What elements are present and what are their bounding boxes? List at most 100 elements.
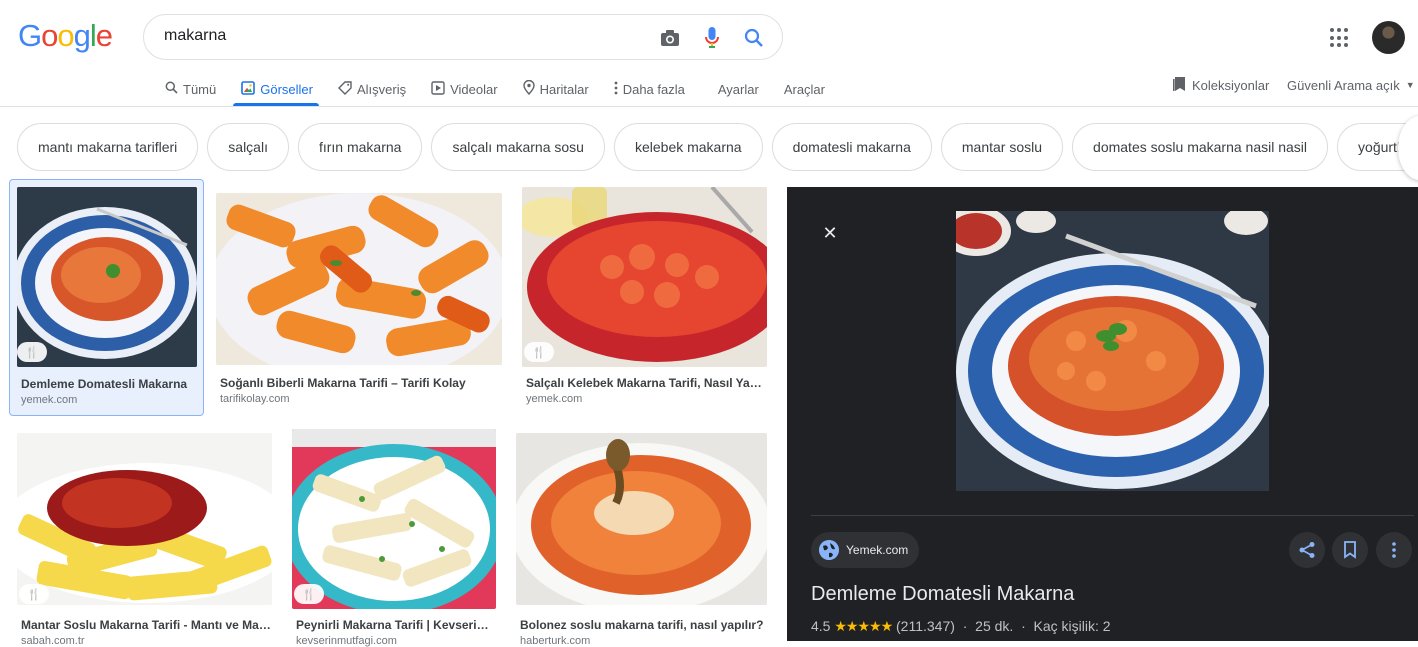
result-thumbnail	[522, 187, 767, 367]
tab-label: Daha fazla	[622, 81, 685, 97]
close-icon[interactable]: ✕	[816, 219, 844, 247]
image-preview-panel: ✕ Yemek.com Demleme Domatesli Makarna 4.…	[787, 187, 1418, 641]
result-thumbnail	[292, 429, 496, 609]
chip[interactable]: mantar soslu	[940, 123, 1064, 171]
search-tabs: Tümü Görseller Alışveriş Videolar Harita…	[163, 72, 848, 106]
settings-label: Ayarlar	[717, 81, 759, 97]
tag-icon	[337, 80, 352, 98]
settings-link[interactable]: Ayarlar	[716, 72, 761, 106]
collections-label: Koleksiyonlar	[1192, 77, 1270, 93]
avatar[interactable]	[1372, 21, 1405, 54]
image-icon	[241, 80, 256, 98]
save-bookmark-icon[interactable]	[1332, 532, 1368, 568]
more-vert-icon	[614, 81, 618, 98]
result-source: haberturk.com	[520, 635, 591, 647]
safe-search-label: Güvenli Arama açık	[1287, 77, 1400, 93]
chip[interactable]: domatesli makarna	[771, 123, 932, 171]
recipe-badge: 🍴	[294, 584, 324, 604]
apps-grid-icon[interactable]	[1330, 28, 1350, 48]
caret-down-icon: ▼	[1405, 80, 1415, 90]
bookmark-icon	[1172, 76, 1186, 95]
chip[interactable]: domates soslu makarna nasil nasil	[1072, 123, 1329, 171]
tab-maps[interactable]: Haritalar	[521, 72, 591, 106]
google-logo[interactable]: Google	[18, 18, 113, 54]
chip[interactable]: mantı makarna tarifleri	[17, 123, 199, 171]
result-source: kevserinmutfagi.com	[296, 635, 397, 647]
tab-videos[interactable]: Videolar	[429, 72, 499, 106]
tab-shopping[interactable]: Alışveriş	[336, 72, 408, 106]
image-result[interactable]: 🍴 Mantar Soslu Makarna Tarifi - Mantı ve…	[17, 433, 272, 647]
tab-label: Tümü	[183, 81, 217, 97]
chip[interactable]: salçalı makarna sosu	[431, 123, 605, 171]
chip[interactable]: fırın makarna	[297, 123, 423, 171]
result-thumbnail	[17, 187, 197, 367]
image-result[interactable]: 🍴 Salçalı Kelebek Makarna Tarifi, Nasıl …	[522, 187, 767, 416]
tools-label: Araçlar	[783, 81, 825, 97]
collections-link[interactable]: Koleksiyonlar	[1172, 76, 1269, 94]
result-source: sabah.com.tr	[21, 635, 85, 647]
result-title: Demleme Domatesli Makarna	[21, 377, 188, 391]
tools-link[interactable]: Araçlar	[782, 72, 827, 106]
image-result[interactable]: 🍴 Demleme Domatesli Makarna yemek.com	[9, 179, 204, 416]
divider	[811, 515, 1414, 516]
more-vert-icon[interactable]	[1376, 532, 1412, 568]
chip[interactable]: salçalı	[207, 123, 289, 171]
utensils-icon: 🍴	[302, 588, 316, 601]
logo-letter: G	[18, 18, 42, 53]
tab-more[interactable]: Daha fazla	[612, 72, 687, 106]
source-link[interactable]: Yemek.com	[811, 532, 920, 568]
recipe-badge: 🍴	[524, 342, 554, 362]
search-input[interactable]	[164, 27, 624, 45]
tab-all[interactable]: Tümü	[163, 72, 218, 106]
result-thumbnail	[516, 433, 767, 605]
safe-search-toggle[interactable]: Güvenli Arama açık ▼	[1287, 76, 1415, 94]
image-result[interactable]: 🍴 Peynirli Makarna Tarifi | Kevserin Mut…	[292, 429, 496, 647]
header: Google Tümü Görseller Alışveriş	[0, 0, 1418, 107]
recipe-meta: 4.5 ★★★★★ (211.347) · 25 dk. · Kaç kişil…	[811, 618, 1111, 634]
utensils-icon: 🍴	[27, 588, 41, 601]
camera-icon[interactable]	[658, 26, 682, 50]
tab-label: Alışveriş	[356, 81, 407, 97]
utensils-icon: 🍴	[25, 346, 39, 359]
chip[interactable]: kelebek makarna	[613, 123, 763, 171]
cook-time: 25 dk.	[975, 618, 1014, 634]
logo-letter: e	[95, 18, 113, 53]
globe-icon	[819, 540, 839, 560]
search-icon[interactable]	[742, 26, 766, 50]
image-result[interactable]: Bolonez soslu makarna tarifi, nasıl yapı…	[516, 433, 767, 647]
recipe-badge: 🍴	[19, 584, 49, 604]
result-title: Mantar Soslu Makarna Tarifi - Mantı ve M…	[21, 618, 271, 632]
share-icon[interactable]	[1289, 532, 1325, 568]
tab-label: Görseller	[260, 81, 313, 97]
result-source: tarifikolay.com	[220, 393, 290, 405]
tab-images[interactable]: Görseller	[233, 72, 319, 106]
play-icon	[431, 80, 445, 98]
result-title: Soğanlı Biberli Makarna Tarifi – Tarifi …	[220, 376, 466, 390]
result-thumbnail	[216, 193, 502, 365]
result-title: Bolonez soslu makarna tarifi, nasıl yapı…	[520, 618, 764, 632]
source-label: Yemek.com	[846, 543, 909, 557]
result-title: Salçalı Kelebek Makarna Tarifi, Nasıl Ya…	[526, 376, 765, 390]
recipe-badge: 🍴	[17, 342, 47, 362]
image-result[interactable]: Soğanlı Biberli Makarna Tarifi – Tarifi …	[216, 187, 502, 416]
preview-image[interactable]	[956, 211, 1269, 491]
logo-letter: o	[41, 18, 58, 53]
result-title: Peynirli Makarna Tarifi | Kevserin Mutfa…	[296, 618, 494, 632]
panel-title[interactable]: Demleme Domatesli Makarna	[811, 583, 1074, 606]
logo-letter: g	[73, 18, 91, 53]
star-rating-icon: ★★★★★	[834, 618, 893, 634]
logo-letter: o	[57, 18, 74, 53]
result-source: yemek.com	[526, 393, 583, 405]
search-box	[143, 14, 783, 60]
mic-icon[interactable]	[700, 26, 724, 50]
result-source: yemek.com	[21, 394, 78, 406]
pin-icon	[522, 79, 535, 98]
servings: Kaç kişilik: 2	[1033, 618, 1111, 634]
tab-label: Videolar	[450, 81, 498, 97]
search-icon	[165, 81, 178, 97]
rating-value: 4.5	[811, 618, 831, 634]
related-search-chips: mantı makarna tarifleri salçalı fırın ma…	[17, 123, 1418, 171]
utensils-icon: 🍴	[532, 346, 546, 359]
tab-label: Haritalar	[539, 81, 589, 97]
result-thumbnail	[17, 433, 272, 605]
